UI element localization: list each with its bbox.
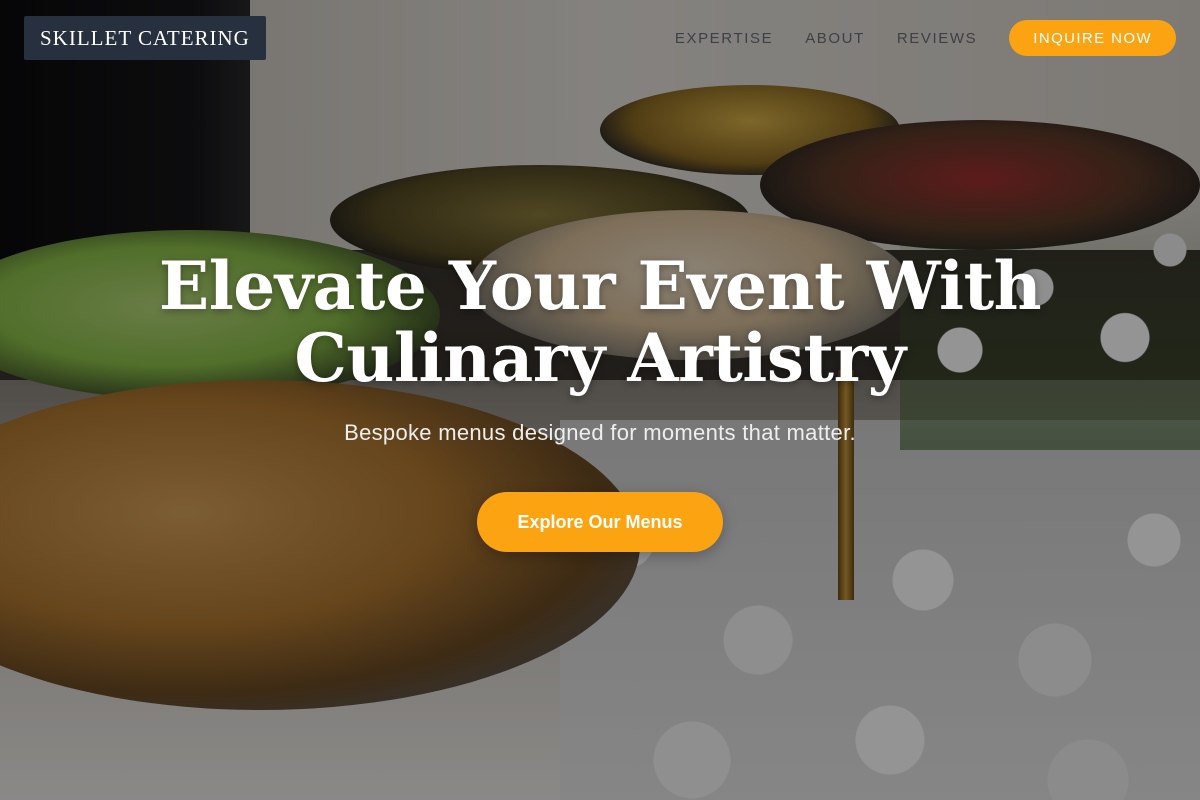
- inquire-now-button[interactable]: INQUIRE NOW: [1009, 20, 1176, 56]
- hero-section: Elevate Your Event With Culinary Artistr…: [0, 250, 1200, 552]
- hero-subtitle: Bespoke menus designed for moments that …: [344, 420, 856, 445]
- main-nav: EXPERTISE ABOUT REVIEWS INQUIRE NOW: [675, 20, 1176, 56]
- hero-title-line: Elevate Your Event With: [158, 247, 1042, 325]
- hero-title: Elevate Your Event With Culinary Artistr…: [0, 250, 1200, 394]
- nav-link-expertise[interactable]: EXPERTISE: [675, 30, 773, 47]
- brand-logo[interactable]: SKILLET CATERING: [24, 16, 266, 60]
- brand-name: SKILLET CATERING: [40, 25, 250, 50]
- nav-link-about[interactable]: ABOUT: [805, 30, 865, 47]
- nav-link-reviews[interactable]: REVIEWS: [897, 30, 977, 47]
- explore-menus-button[interactable]: Explore Our Menus: [477, 492, 723, 552]
- hero-title-line: Culinary Artistry: [294, 319, 906, 397]
